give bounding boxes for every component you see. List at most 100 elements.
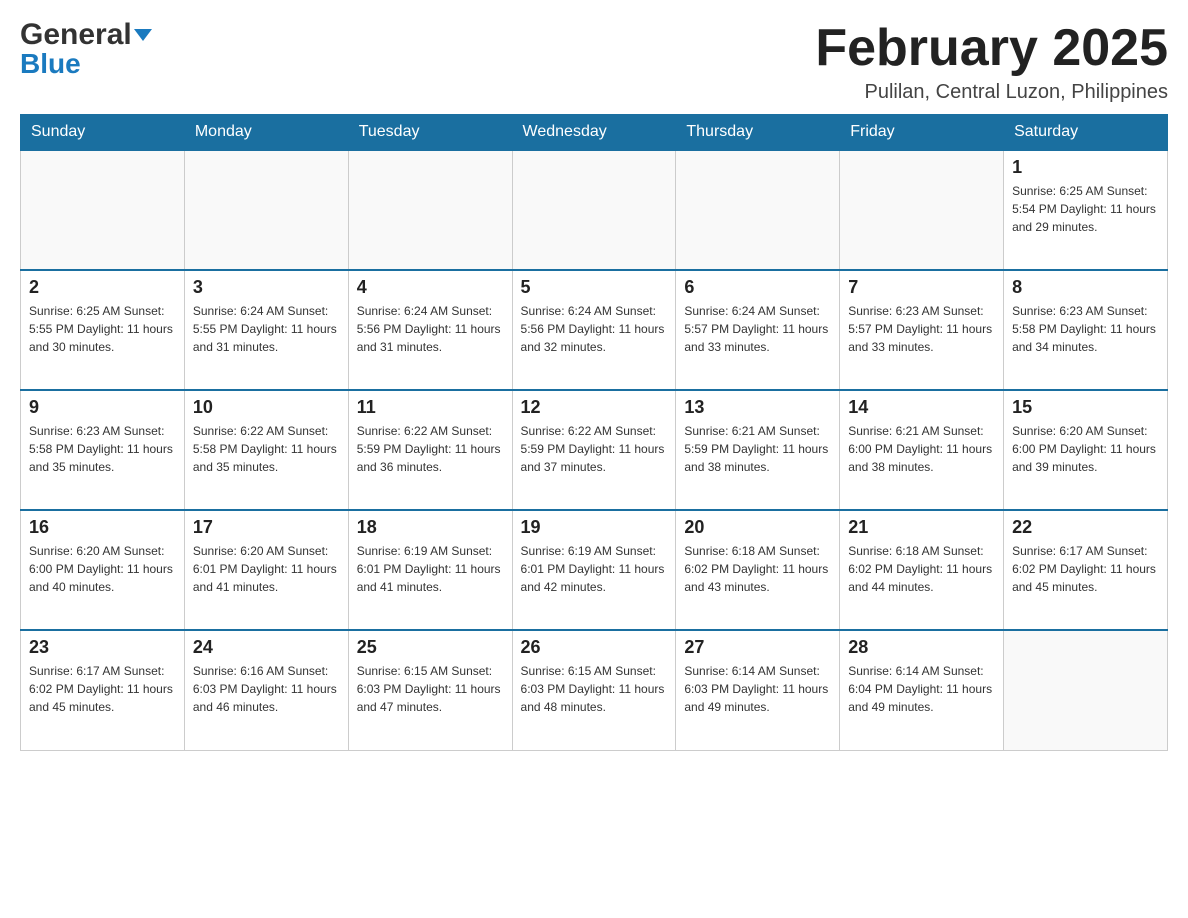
calendar-header-row: Sunday Monday Tuesday Wednesday Thursday…: [21, 115, 1168, 151]
day-number: 11: [357, 397, 504, 418]
col-saturday: Saturday: [1004, 115, 1168, 151]
day-number: 12: [521, 397, 668, 418]
table-row: [21, 150, 185, 270]
day-number: 1: [1012, 157, 1159, 178]
day-info: Sunrise: 6:16 AM Sunset: 6:03 PM Dayligh…: [193, 662, 340, 716]
day-number: 27: [684, 637, 831, 658]
day-info: Sunrise: 6:14 AM Sunset: 6:04 PM Dayligh…: [848, 662, 995, 716]
calendar-week-4: 16 Sunrise: 6:20 AM Sunset: 6:00 PM Dayli…: [21, 510, 1168, 630]
day-number: 16: [29, 517, 176, 538]
day-info: Sunrise: 6:23 AM Sunset: 5:57 PM Dayligh…: [848, 302, 995, 356]
day-number: 9: [29, 397, 176, 418]
day-number: 26: [521, 637, 668, 658]
day-info: Sunrise: 6:18 AM Sunset: 6:02 PM Dayligh…: [684, 542, 831, 596]
table-row: 7Sunrise: 6:23 AM Sunset: 5:57 PM Daylig…: [840, 270, 1004, 390]
day-number: 10: [193, 397, 340, 418]
day-number: 20: [684, 517, 831, 538]
col-wednesday: Wednesday: [512, 115, 676, 151]
table-row: 13Sunrise: 6:21 AM Sunset: 5:59 PM Dayli…: [676, 390, 840, 510]
day-number: 13: [684, 397, 831, 418]
day-number: 22: [1012, 517, 1159, 538]
table-row: 5 Sunrise: 6:24 AM Sunset: 5:56 PM Daylig…: [512, 270, 676, 390]
day-info: Sunrise: 6:15 AM Sunset: 6:03 PM Dayligh…: [521, 662, 668, 716]
day-number: 17: [193, 517, 340, 538]
table-row: 14 Sunrise: 6:21 AM Sunset: 6:00 PM Dayli…: [840, 390, 1004, 510]
day-number: 14: [848, 397, 995, 418]
table-row: 28 Sunrise: 6:14 AM Sunset: 6:04 PM Dayli…: [840, 630, 1004, 750]
day-number: 21: [848, 517, 995, 538]
day-info: Sunrise: 6:24 AM Sunset: 5:56 PM Dayligh…: [521, 302, 668, 356]
month-title: February 2025: [815, 20, 1168, 77]
table-row: 21 Sunrise: 6:18 AM Sunset: 6:02 PM Dayli…: [840, 510, 1004, 630]
day-info: Sunrise: 6:19 AM Sunset: 6:01 PM Dayligh…: [521, 542, 668, 596]
day-number: 23: [29, 637, 176, 658]
day-info: Sunrise: 6:22 AM Sunset: 5:59 PM Dayligh…: [521, 422, 668, 476]
col-thursday: Thursday: [676, 115, 840, 151]
table-row: 27 Sunrise: 6:14 AM Sunset: 6:03 PM Dayli…: [676, 630, 840, 750]
day-info: Sunrise: 6:23 AM Sunset: 5:58 PM Dayligh…: [1012, 302, 1159, 356]
col-monday: Monday: [184, 115, 348, 151]
table-row: [348, 150, 512, 270]
day-number: 8: [1012, 277, 1159, 298]
table-row: 18 Sunrise: 6:19 AM Sunset: 6:01 PM Dayli…: [348, 510, 512, 630]
logo-blue: Blue: [20, 50, 81, 78]
table-row: 19 Sunrise: 6:19 AM Sunset: 6:01 PM Dayli…: [512, 510, 676, 630]
table-row: 9 Sunrise: 6:23 AM Sunset: 5:58 PM Daylig…: [21, 390, 185, 510]
table-row: 23 Sunrise: 6:17 AM Sunset: 6:02 PM Dayli…: [21, 630, 185, 750]
logo: General Blue: [20, 20, 152, 78]
day-number: 18: [357, 517, 504, 538]
table-row: 25Sunrise: 6:15 AM Sunset: 6:03 PM Dayli…: [348, 630, 512, 750]
table-row: 16 Sunrise: 6:20 AM Sunset: 6:00 PM Dayli…: [21, 510, 185, 630]
day-info: Sunrise: 6:19 AM Sunset: 6:01 PM Dayligh…: [357, 542, 504, 596]
table-row: 10 Sunrise: 6:22 AM Sunset: 5:58 PM Dayli…: [184, 390, 348, 510]
table-row: 17Sunrise: 6:20 AM Sunset: 6:01 PM Dayli…: [184, 510, 348, 630]
day-info: Sunrise: 6:20 AM Sunset: 6:00 PM Dayligh…: [29, 542, 176, 596]
day-info: Sunrise: 6:24 AM Sunset: 5:57 PM Dayligh…: [684, 302, 831, 356]
day-number: 5: [521, 277, 668, 298]
day-info: Sunrise: 6:14 AM Sunset: 6:03 PM Dayligh…: [684, 662, 831, 716]
day-info: Sunrise: 6:17 AM Sunset: 6:02 PM Dayligh…: [29, 662, 176, 716]
day-info: Sunrise: 6:24 AM Sunset: 5:55 PM Dayligh…: [193, 302, 340, 356]
day-info: Sunrise: 6:25 AM Sunset: 5:54 PM Dayligh…: [1012, 182, 1159, 236]
table-row: 15Sunrise: 6:20 AM Sunset: 6:00 PM Dayli…: [1004, 390, 1168, 510]
table-row: 20 Sunrise: 6:18 AM Sunset: 6:02 PM Dayli…: [676, 510, 840, 630]
table-row: [184, 150, 348, 270]
day-number: 3: [193, 277, 340, 298]
logo-general: General: [20, 20, 152, 50]
title-section: February 2025 Pulilan, Central Luzon, Ph…: [815, 20, 1168, 104]
calendar-week-2: 2 Sunrise: 6:25 AM Sunset: 5:55 PM Daylig…: [21, 270, 1168, 390]
day-number: 4: [357, 277, 504, 298]
col-tuesday: Tuesday: [348, 115, 512, 151]
day-info: Sunrise: 6:22 AM Sunset: 5:58 PM Dayligh…: [193, 422, 340, 476]
table-row: 4Sunrise: 6:24 AM Sunset: 5:56 PM Daylig…: [348, 270, 512, 390]
table-row: 12 Sunrise: 6:22 AM Sunset: 5:59 PM Dayli…: [512, 390, 676, 510]
col-sunday: Sunday: [21, 115, 185, 151]
day-info: Sunrise: 6:20 AM Sunset: 6:00 PM Dayligh…: [1012, 422, 1159, 476]
day-number: 19: [521, 517, 668, 538]
table-row: 26 Sunrise: 6:15 AM Sunset: 6:03 PM Dayli…: [512, 630, 676, 750]
day-info: Sunrise: 6:23 AM Sunset: 5:58 PM Dayligh…: [29, 422, 176, 476]
table-row: 11Sunrise: 6:22 AM Sunset: 5:59 PM Dayli…: [348, 390, 512, 510]
day-number: 25: [357, 637, 504, 658]
table-row: [840, 150, 1004, 270]
table-row: [512, 150, 676, 270]
location-text: Pulilan, Central Luzon, Philippines: [815, 81, 1168, 104]
day-info: Sunrise: 6:18 AM Sunset: 6:02 PM Dayligh…: [848, 542, 995, 596]
table-row: 8 Sunrise: 6:23 AM Sunset: 5:58 PM Daylig…: [1004, 270, 1168, 390]
table-row: 24Sunrise: 6:16 AM Sunset: 6:03 PM Dayli…: [184, 630, 348, 750]
table-row: 6 Sunrise: 6:24 AM Sunset: 5:57 PM Daylig…: [676, 270, 840, 390]
table-row: [1004, 630, 1168, 750]
day-number: 28: [848, 637, 995, 658]
table-row: 1 Sunrise: 6:25 AM Sunset: 5:54 PM Daylig…: [1004, 150, 1168, 270]
logo-arrow-icon: [134, 29, 152, 41]
day-info: Sunrise: 6:25 AM Sunset: 5:55 PM Dayligh…: [29, 302, 176, 356]
page-header: General Blue February 2025 Pulilan, Cent…: [20, 20, 1168, 104]
day-number: 6: [684, 277, 831, 298]
calendar-table: Sunday Monday Tuesday Wednesday Thursday…: [20, 114, 1168, 751]
day-number: 2: [29, 277, 176, 298]
table-row: 2 Sunrise: 6:25 AM Sunset: 5:55 PM Daylig…: [21, 270, 185, 390]
col-friday: Friday: [840, 115, 1004, 151]
calendar-week-1: 1 Sunrise: 6:25 AM Sunset: 5:54 PM Daylig…: [21, 150, 1168, 270]
table-row: [676, 150, 840, 270]
day-info: Sunrise: 6:21 AM Sunset: 6:00 PM Dayligh…: [848, 422, 995, 476]
